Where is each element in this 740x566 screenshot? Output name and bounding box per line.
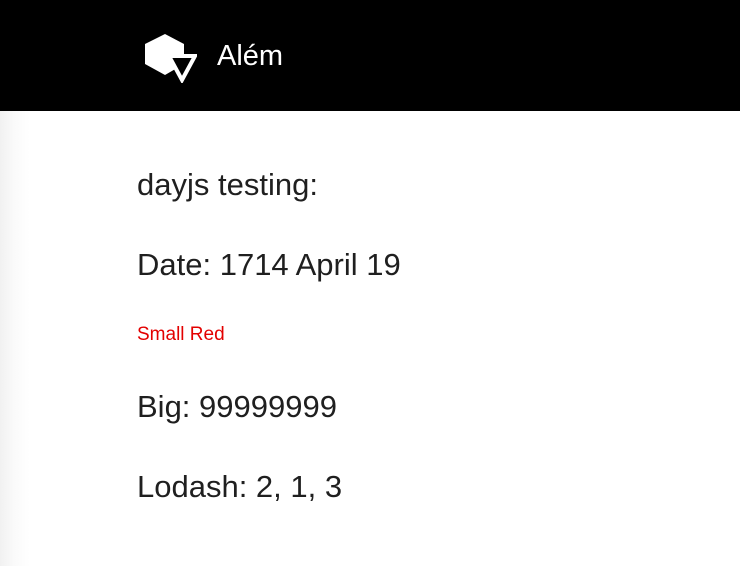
top-bar: Além [0, 0, 740, 111]
main-content: dayjs testing: Date: 1714 April 19 Small… [0, 111, 740, 566]
dayjs-heading: dayjs testing: [137, 167, 318, 202]
hexagon-triangle-logo-icon [145, 34, 197, 83]
app-title: Além [217, 39, 284, 72]
brand-link[interactable]: Além [143, 33, 283, 83]
small-red-text: Small Red [137, 324, 225, 345]
big-number-text: Big: 99999999 [137, 389, 337, 424]
date-text: Date: 1714 April 19 [137, 247, 401, 282]
lodash-text: Lodash: 2, 1, 3 [137, 469, 343, 504]
